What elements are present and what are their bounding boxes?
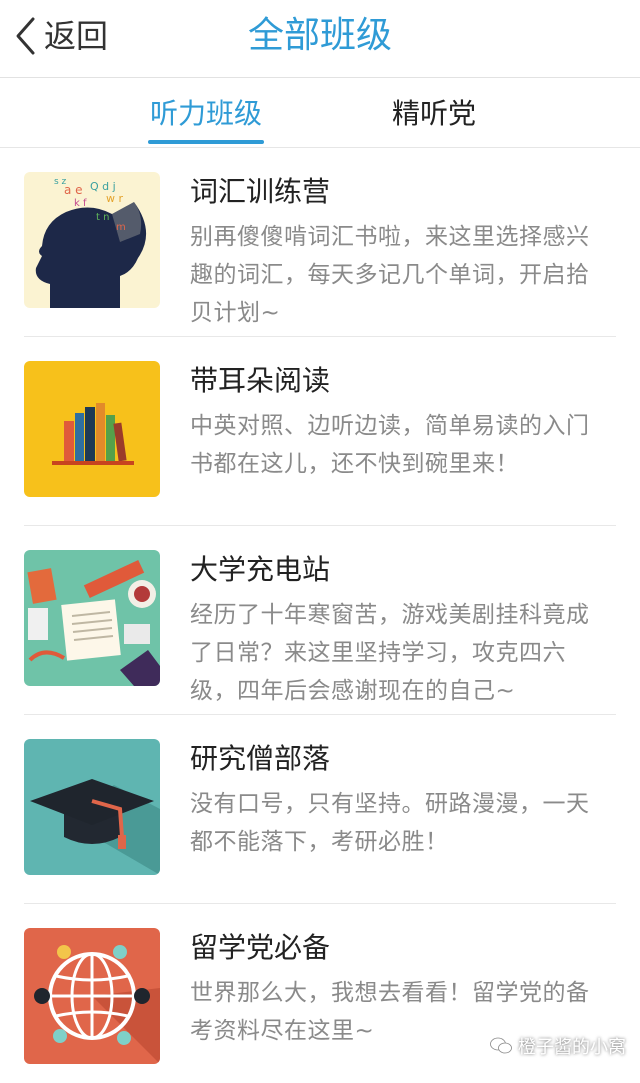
class-description: 别再傻傻啃词汇书啦，来这里选择感兴趣的词汇，每天多记几个单词，开启拾贝计划~ [190,224,590,326]
bookshelf-icon [24,361,160,497]
globe-network-icon [24,928,160,1064]
class-item-college[interactable]: 大学充电站 经历了十年寒窗苦，游戏美剧挂科竟成了日常？来这里坚持学习，攻克四六级… [0,526,640,715]
svg-text:a e: a e [64,183,83,197]
graduation-cap-icon [24,739,160,875]
study-desk-icon [24,550,160,686]
class-item-vocabulary[interactable]: a e Q d j k f w r t n m s z 词汇训练营 别再傻傻啃词… [0,148,640,337]
class-title: 研究僧部落 [190,742,331,775]
tab-listening-classes[interactable]: 听力班级 [147,94,265,144]
svg-text:k f: k f [74,198,87,209]
watermark-text: 橙子酱的小窝 [518,1037,626,1058]
top-nav-bar: 返回 全部班级 [0,0,640,78]
class-title: 留学党必备 [190,931,331,964]
class-title: 词汇训练营 [190,175,331,208]
class-title: 带耳朵阅读 [190,364,331,397]
class-description: 没有口号，只有坚持。研路漫漫，一天都不能落下，考研必胜！ [190,791,590,855]
class-item-postgraduate[interactable]: 研究僧部落 没有口号，只有坚持。研路漫漫，一天都不能落下，考研必胜！ [0,715,640,904]
svg-text:w r: w r [106,192,123,205]
class-title: 大学充电站 [190,553,331,586]
wechat-logo-icon [490,1037,512,1054]
class-description: 经历了十年寒窗苦，游戏美剧挂科竟成了日常？来这里坚持学习，攻克四六级，四年后会感… [190,602,590,704]
tab-bar: 听力班级 精听党 [0,78,640,148]
head-letters-icon: a e Q d j k f w r t n m s z [24,172,160,308]
svg-text:m: m [116,222,126,233]
class-item-reading[interactable]: 带耳朵阅读 中英对照、边听边读，简单易读的入门书都在这儿，还不快到碗里来！ [0,337,640,526]
svg-text:s z: s z [54,177,67,187]
svg-text:t n: t n [96,212,109,223]
class-list: a e Q d j k f w r t n m s z 词汇训练营 别再傻傻啃词… [0,148,640,1083]
watermark: 橙子酱的小窝 [490,1033,626,1059]
tab-intensive-listening[interactable]: 精听党 [392,94,476,134]
page-title: 全部班级 [247,15,392,56]
class-description: 中英对照、边听边读，简单易读的入门书都在这儿，还不快到碗里来！ [190,413,590,477]
